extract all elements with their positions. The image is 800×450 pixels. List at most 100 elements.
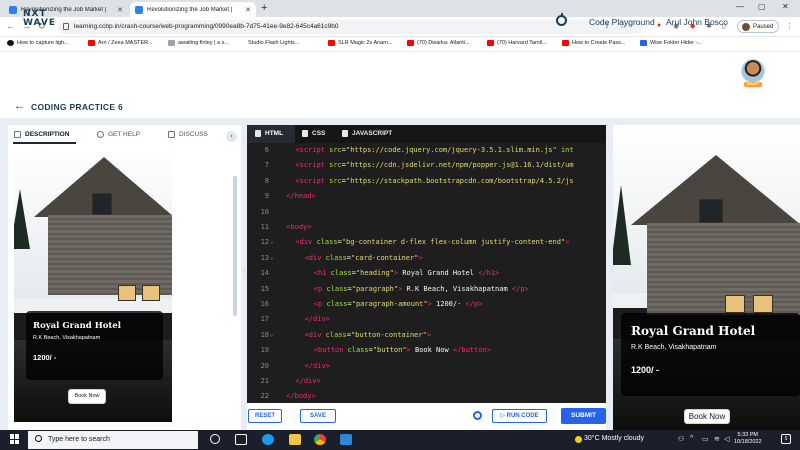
fold-chevron-icon[interactable]: ⌄ [270,254,274,261]
code-playground-link[interactable]: Code Playground [589,17,655,27]
cortana-icon[interactable] [210,434,220,444]
bookmark-item[interactable]: How to capture ligh... [7,40,69,46]
profile-button[interactable]: Paused [737,20,779,33]
code-text: <script src="https://code.jquery.com/jqu… [295,146,574,154]
line-number: 8 [264,176,269,185]
tab-css[interactable]: CSS [302,130,325,137]
card-container-left: Royal Grand Hotel R.K Beach, Visakhapatn… [26,311,163,380]
tab-get-help[interactable]: GET HELP [97,131,140,138]
code-line[interactable]: 11 <body> [247,220,606,235]
extension-icon[interactable]: ● [657,22,661,29]
close-tab-icon[interactable]: ✕ [245,6,251,14]
line-number: 16 [260,300,269,308]
edge-icon[interactable] [262,434,274,445]
bookmark-item[interactable]: awaiting finley | a s... [168,40,229,46]
code-line[interactable]: 19 <button class="button"> Book Now </but… [247,343,606,358]
task-view-icon[interactable] [235,434,247,445]
panel-scrollbar[interactable] [233,176,237,316]
reset-button[interactable]: RESET [248,409,282,423]
fold-chevron-icon[interactable]: ⌄ [270,331,274,338]
code-line[interactable]: 18 ⌄ <div class="button-container"> [247,328,606,343]
weather-status[interactable]: 30°C Mostly cloudy [584,435,644,442]
fold-chevron-icon[interactable]: ⌄ [270,238,274,245]
book-now-button[interactable]: Book Now [68,389,106,404]
volume-icon[interactable]: ◁ [724,435,729,443]
hotel-price: 1200/ - [631,365,660,375]
user-name[interactable]: Arul John Bosco [666,17,728,27]
line-number: 9 [264,192,269,201]
hotel-location: R.K Beach, Visakhapatnam [631,344,717,351]
hotel-heading: Royal Grand Hotel [33,321,121,331]
code-line[interactable]: 6 <script src="https://code.jquery.com/jq… [247,143,606,158]
search-icon [35,435,42,442]
line-number: 20 [260,361,269,370]
code-line[interactable]: 15 <p class="paragraph"> R.K Beach, Visak… [247,282,606,297]
line-number: 6 [264,146,269,154]
taskbar-search-input[interactable]: Type here to search [28,431,198,449]
code-text: <div class="card-container"> [304,253,423,262]
bookmark-item[interactable]: Arn / Zeea MASTER... [88,40,153,46]
tray-chevron-icon[interactable]: ^ [690,435,693,442]
notifications-icon[interactable]: 5 [781,434,791,444]
preview-image-left [14,149,172,422]
photos-icon[interactable] [340,434,352,445]
code-line[interactable]: 14 <h1 class="heading"> Royal Grand Hotel… [247,266,606,281]
chat-icon [168,131,175,138]
code-text: </div> [304,361,330,370]
menu-kebab-icon[interactable]: ⋮ [786,22,793,30]
tab-javascript[interactable]: JAVASCRIPT [342,130,392,137]
line-number: 11 [260,223,269,231]
close-window-icon[interactable]: ✕ [782,2,789,11]
code-line[interactable]: 21 </div> [247,374,606,389]
code-line[interactable]: 13 ⌄ <div class="card-container"> [247,251,606,266]
line-number: 19 [260,346,269,355]
back-icon[interactable]: ← [6,21,15,31]
html5-icon [255,130,261,137]
code-line[interactable]: 7 <script src="https://cdn.jsdelivr.net/n… [247,158,606,173]
line-number: 18 [260,330,269,339]
new-tab-button[interactable]: + [261,2,267,15]
collapse-panel-button[interactable]: ‹ [226,131,237,142]
settings-gear-icon[interactable] [473,411,482,420]
wifi-icon[interactable]: ≋ [714,435,720,443]
nxtwave-logo[interactable]: NXT WAVE [23,10,56,28]
code-line[interactable]: 8 <script src="https://stackpath.bootstra… [247,174,606,189]
tab-html[interactable]: HTML [255,130,283,137]
code-text: <body> [286,223,312,231]
code-line[interactable]: 10 [247,205,606,220]
tab-description[interactable]: DESCRIPTION [14,131,69,138]
hotel-price: 1200/ - [33,353,57,362]
avatar[interactable] [741,59,765,83]
bookmark-item[interactable]: Wise Folder Hider -... [640,40,702,46]
minimize-icon[interactable]: — [736,2,744,11]
book-now-button[interactable]: Book Now [684,409,730,424]
bookmark-item[interactable]: (70) Harvard Tamil... [487,40,547,46]
code-line[interactable]: 20 </div> [247,359,606,374]
maximize-icon[interactable]: ▢ [758,2,766,11]
code-line[interactable]: 17 </div> [247,312,606,327]
submit-button[interactable]: SUBMIT [561,408,606,424]
save-button[interactable]: SAVE [300,409,336,423]
network-icon[interactable]: ▭ [702,435,709,443]
timer-icon[interactable] [556,13,567,26]
back-arrow-icon[interactable]: ← [14,100,25,112]
profile-avatar [742,22,750,31]
chrome-icon[interactable] [314,434,326,445]
document-icon [14,131,21,138]
bookmark-item[interactable]: Studio Flash Lights... [248,40,299,46]
bookmark-item[interactable]: How to Create Pass... [562,40,626,46]
tray-person-icon[interactable]: ⚇ [678,435,684,443]
code-line[interactable]: 16 <p class="paragraph-amount"> 1200/- </… [247,297,606,312]
close-tab-icon[interactable]: ✕ [117,6,123,14]
bookmark-item[interactable]: SLR Magic 2x Anam... [328,40,392,46]
file-explorer-icon[interactable] [289,434,301,445]
tab-discuss[interactable]: DISCUSS [168,131,208,138]
browser-tab-2[interactable]: Revolutionizing the Job Market | ✕ [130,2,256,17]
bookmark-item[interactable]: (70) Dwarka: Atlanti... [407,40,470,46]
windows-start-icon[interactable] [10,434,20,444]
code-line[interactable]: 9 </head> [247,189,606,204]
taskbar-clock[interactable]: 5:33 PM 10/18/2022 [734,432,762,446]
javascript-icon [342,130,348,137]
run-code-button[interactable]: ▷ RUN CODE [492,409,547,423]
code-line[interactable]: 12 ⌄ <div class="bg-container d-flex flex-… [247,235,606,250]
